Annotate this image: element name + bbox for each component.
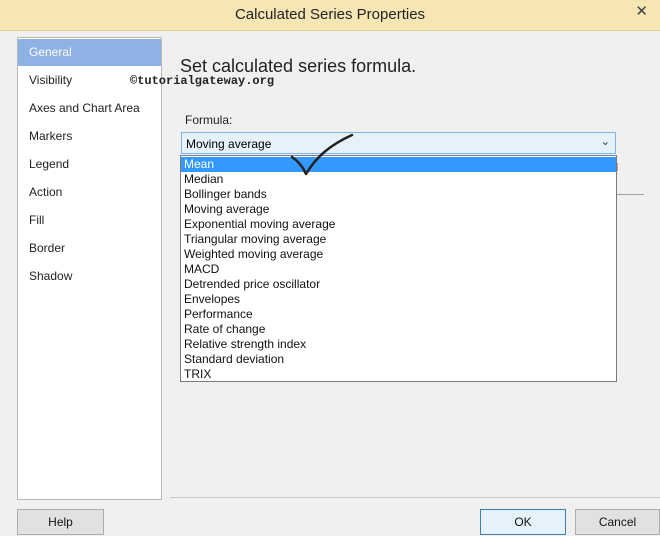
divider	[616, 194, 644, 195]
chevron-down-icon[interactable]: ⌄	[601, 135, 610, 148]
formula-option[interactable]: Standard deviation	[181, 352, 616, 367]
divider	[617, 163, 618, 171]
sidebar-item-legend[interactable]: Legend	[18, 151, 161, 178]
dialog-body: General Visibility Axes and Chart Area M…	[0, 31, 660, 536]
formula-option[interactable]: Median	[181, 172, 616, 187]
formula-option[interactable]: Weighted moving average	[181, 247, 616, 262]
close-icon[interactable]: ✕	[635, 2, 648, 20]
formula-label: Formula:	[185, 113, 233, 127]
sidebar-item-shadow[interactable]: Shadow	[18, 263, 161, 290]
cancel-button[interactable]: Cancel	[575, 509, 660, 535]
sidebar-item-border[interactable]: Border	[18, 235, 161, 262]
sidebar-item-general[interactable]: General	[18, 39, 161, 66]
formula-option[interactable]: Mean	[181, 157, 616, 172]
formula-option[interactable]: Detrended price oscillator	[181, 277, 616, 292]
formula-option[interactable]: Bollinger bands	[181, 187, 616, 202]
title-bar: Calculated Series Properties ✕	[0, 0, 660, 31]
formula-select-value: Moving average	[186, 137, 272, 151]
formula-option[interactable]: Envelopes	[181, 292, 616, 307]
formula-option[interactable]: MACD	[181, 262, 616, 277]
sidebar-item-axes-and-chart-area[interactable]: Axes and Chart Area	[18, 95, 161, 122]
formula-option[interactable]: Triangular moving average	[181, 232, 616, 247]
sidebar-item-markers[interactable]: Markers	[18, 123, 161, 150]
formula-option[interactable]: Rate of change	[181, 322, 616, 337]
sidebar: General Visibility Axes and Chart Area M…	[17, 37, 162, 500]
formula-option[interactable]: Performance	[181, 307, 616, 322]
formula-option[interactable]: Moving average	[181, 202, 616, 217]
sidebar-item-fill[interactable]: Fill	[18, 207, 161, 234]
window-title: Calculated Series Properties	[234, 6, 426, 23]
help-button[interactable]: Help	[17, 509, 104, 535]
formula-select[interactable]: Moving average ⌄	[181, 132, 616, 154]
sidebar-item-action[interactable]: Action	[18, 179, 161, 206]
formula-dropdown-list: Mean Median Bollinger bands Moving avera…	[180, 155, 617, 382]
ok-button[interactable]: OK	[480, 509, 566, 535]
checkmark-icon	[290, 133, 354, 176]
formula-option[interactable]: Exponential moving average	[181, 217, 616, 232]
formula-option[interactable]: Relative strength index	[181, 337, 616, 352]
watermark: ©tutorialgateway.org	[130, 74, 275, 88]
formula-option[interactable]: TRIX	[181, 367, 616, 382]
divider	[170, 497, 660, 498]
